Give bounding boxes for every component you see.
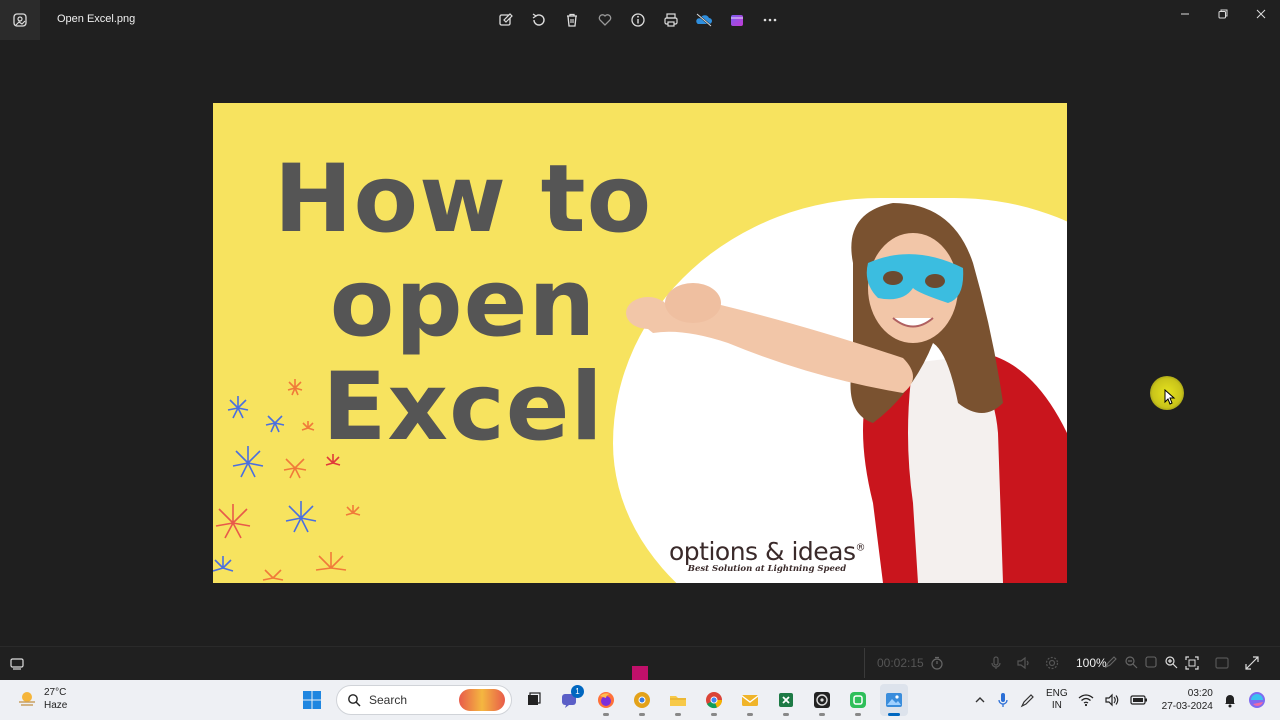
running-indicator	[819, 713, 825, 716]
search-highlight-art	[459, 689, 505, 711]
chat-badge: 1	[571, 685, 584, 698]
running-indicator	[603, 713, 609, 716]
title-bar: Open Excel.png	[0, 0, 1280, 40]
battery-icon[interactable]	[1130, 694, 1148, 706]
pen-tray-icon[interactable]	[1020, 692, 1036, 708]
zoom-controls	[1104, 655, 1178, 669]
filmstrip-icon[interactable]	[10, 657, 24, 675]
excel-icon[interactable]	[772, 684, 800, 716]
actual-size-icon[interactable]	[1214, 655, 1230, 671]
fit-icon[interactable]	[1144, 655, 1158, 669]
start-button[interactable]	[296, 684, 328, 716]
more-icon[interactable]	[758, 8, 782, 32]
lang-line-2: IN	[1051, 700, 1062, 711]
pen-icon[interactable]	[1104, 655, 1118, 669]
taskbar-apps: Search 1	[296, 684, 908, 716]
running-indicator	[711, 713, 717, 716]
view-controls	[1184, 655, 1260, 671]
search-icon	[348, 694, 361, 707]
file-explorer-icon[interactable]	[664, 684, 692, 716]
favorite-icon[interactable]	[593, 8, 617, 32]
recording-controls	[988, 655, 1060, 671]
fullscreen-icon[interactable]	[1244, 655, 1260, 671]
chat-icon[interactable]: 1	[556, 684, 584, 716]
recording-marker	[632, 666, 648, 680]
weather-temp: 27°C	[44, 687, 67, 698]
green-app-icon[interactable]	[844, 684, 872, 716]
wifi-icon[interactable]	[1078, 693, 1094, 707]
clock-date: 27-03-2024	[1161, 701, 1213, 712]
displayed-image[interactable]: How to open Excel options & ideas® Best …	[213, 103, 1067, 583]
mail-icon[interactable]	[736, 684, 764, 716]
zoom-level[interactable]: 100%	[1076, 656, 1107, 670]
chrome-canary-icon[interactable]	[628, 684, 656, 716]
brand-logo: options & ideas® Best Solution at Lightn…	[669, 537, 865, 574]
image-toolbar	[494, 8, 782, 32]
zoom-out-icon[interactable]	[1124, 655, 1138, 669]
volume-icon[interactable]	[1104, 693, 1120, 707]
running-indicator	[783, 713, 789, 716]
photos-taskbar-icon[interactable]	[880, 684, 908, 716]
mouse-cursor-icon	[1164, 389, 1176, 405]
running-indicator	[747, 713, 753, 716]
taskbar-search[interactable]: Search	[336, 685, 512, 715]
running-indicator	[855, 713, 861, 716]
clipchamp-icon[interactable]	[725, 8, 749, 32]
minimize-icon[interactable]	[1166, 0, 1204, 28]
registered-mark: ®	[855, 542, 866, 554]
delete-icon[interactable]	[560, 8, 584, 32]
active-indicator	[888, 713, 900, 716]
system-tray: ENG IN 03:20 27-03-2024	[974, 684, 1267, 716]
timer-text: 00:02:15	[877, 656, 924, 670]
restore-icon[interactable]	[1204, 0, 1242, 28]
fit-window-icon[interactable]	[1184, 655, 1200, 671]
notification-bell-icon[interactable]	[1223, 692, 1237, 708]
weather-desc: Haze	[44, 700, 68, 711]
chrome-icon[interactable]	[700, 684, 728, 716]
photos-app-icon[interactable]	[0, 0, 40, 40]
copilot-icon[interactable]	[1247, 690, 1267, 710]
logo-text: options & ideas	[669, 537, 856, 566]
close-icon[interactable]	[1242, 0, 1280, 28]
settings-icon[interactable]	[1044, 655, 1060, 671]
recording-timer: 00:02:15	[864, 648, 974, 678]
stopwatch-icon[interactable]	[930, 656, 944, 670]
search-placeholder: Search	[369, 693, 408, 707]
language-indicator[interactable]: ENG IN	[1046, 688, 1068, 712]
task-view-icon[interactable]	[520, 684, 548, 716]
speaker-icon[interactable]	[1016, 655, 1032, 671]
onedrive-icon[interactable]	[692, 8, 716, 32]
weather-haze-icon	[19, 692, 35, 706]
running-indicator	[639, 713, 645, 716]
microphone-tray-icon[interactable]	[996, 692, 1010, 708]
zoom-in-icon[interactable]	[1164, 655, 1178, 669]
superhero-girl-illustration	[626, 203, 1067, 583]
system-clock[interactable]: 03:20 27-03-2024	[1162, 687, 1213, 713]
firefox-icon[interactable]	[592, 684, 620, 716]
edit-image-icon[interactable]	[494, 8, 518, 32]
rotate-icon[interactable]	[527, 8, 551, 32]
print-icon[interactable]	[659, 8, 683, 32]
obs-icon[interactable]	[808, 684, 836, 716]
clock-time: 03:20	[1187, 688, 1213, 699]
lang-line-1: ENG	[1046, 688, 1068, 699]
logo-tagline: Best Solution at Lightning Speed	[687, 564, 847, 574]
chevron-up-icon[interactable]	[974, 694, 986, 706]
file-title: Open Excel.png	[57, 13, 136, 25]
running-indicator	[675, 713, 681, 716]
microphone-icon[interactable]	[988, 655, 1004, 671]
window-controls	[1166, 0, 1280, 28]
windows-logo-icon	[303, 691, 321, 709]
weather-widget[interactable]: 27°C Haze	[16, 686, 67, 712]
info-icon[interactable]	[626, 8, 650, 32]
windows-taskbar: 27°C Haze Search 1 ENG IN 03:20 27-03-20…	[0, 680, 1280, 720]
